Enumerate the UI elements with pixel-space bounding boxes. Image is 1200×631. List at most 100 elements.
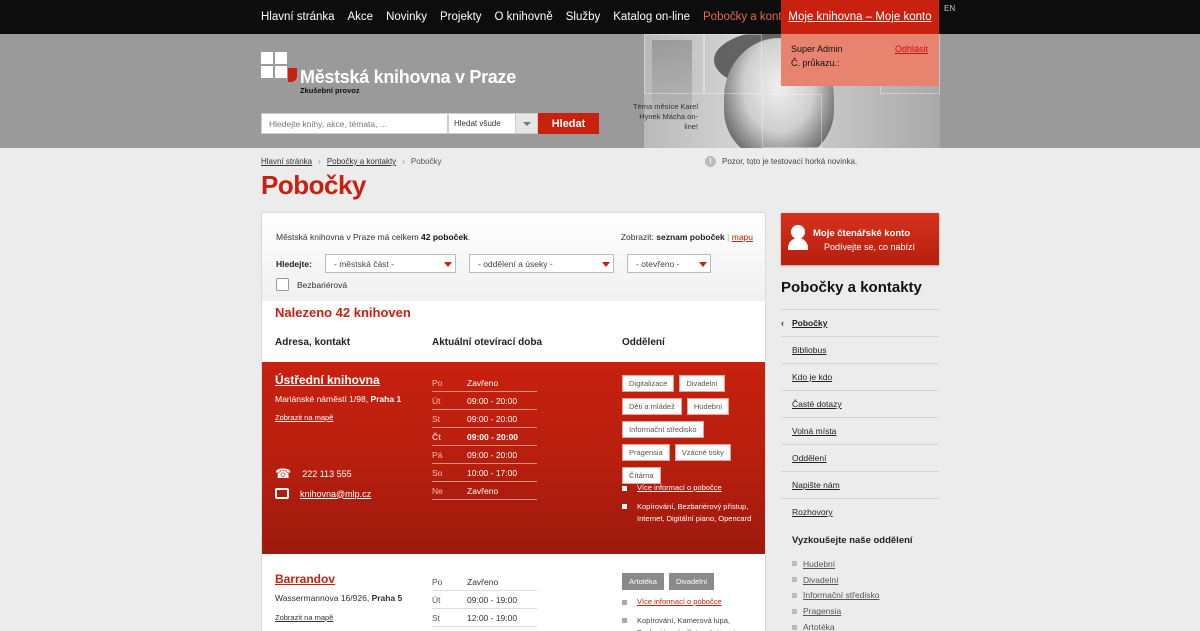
nav-item[interactable]: Akce (348, 11, 374, 23)
show-on-map-link[interactable]: Zobrazit na mapě (275, 413, 333, 422)
count-prefix: Městská knihovna v Praze má celkem (276, 232, 419, 242)
bullet-icon (792, 624, 797, 630)
more-info-item: Více informací o pobočce (622, 597, 722, 606)
search-scope-select[interactable]: Hledat všude (448, 113, 538, 134)
view-list-option[interactable]: seznam poboček (656, 232, 725, 242)
barrier-free-checkbox[interactable] (276, 278, 289, 291)
nav-item[interactable]: O knihovně (495, 11, 553, 23)
email-link[interactable]: knihovna@mlp.cz (300, 489, 371, 499)
my-library-link[interactable]: Moje knihovna – Moje konto (781, 0, 939, 34)
hours-time: 09:00 - 19:00 (467, 594, 518, 605)
library-name-link[interactable]: Barrandov (275, 572, 335, 586)
hours-row: St 12:00 - 19:00 (432, 609, 537, 627)
sidebar-item[interactable]: Oddělení (781, 444, 939, 471)
nav-item[interactable]: Hlavní stránka (261, 11, 335, 23)
address-district: Praha 5 (371, 593, 403, 603)
sidebar-item-label: Pobočky (792, 318, 828, 328)
opening-select[interactable]: - otevřeno - (627, 254, 711, 273)
department-tag[interactable]: Děti a mládež (622, 398, 682, 415)
breadcrumb: Hlavní stránka › Pobočky a kontakty › Po… (261, 157, 442, 166)
filter-label: Hledejte: (276, 259, 312, 269)
department-tag[interactable]: Čítárna (622, 467, 661, 484)
sidebar-item[interactable]: ‹ Pobočky (781, 309, 939, 336)
sidebar-item-label: Bibliobus (792, 345, 827, 355)
weekday: Út (432, 594, 441, 605)
language-switch[interactable]: EN (944, 4, 955, 13)
bullet-icon (622, 486, 627, 491)
nav-item[interactable]: Novinky (386, 11, 427, 23)
sidebar-item[interactable]: Časté dotazy (781, 390, 939, 417)
weekday: Čt (432, 431, 441, 442)
logo-square (261, 66, 273, 78)
hours-time: Zavřeno (467, 485, 499, 496)
phone-contact: ☎ 222 113 555 (275, 466, 352, 482)
hours-time: 09:00 - 20:00 (467, 431, 519, 442)
sidebar-item-label: Oddělení (792, 453, 827, 463)
sidebar-item[interactable]: Kdo je kdo (781, 363, 939, 390)
bullet-icon (622, 504, 627, 509)
department-tag[interactable]: Vzácné tisky (674, 444, 731, 461)
department-tag[interactable]: Divadelní (668, 573, 715, 590)
department-link[interactable]: Informační středisko (792, 588, 880, 604)
barrier-free-label: Bezbariérová (297, 280, 348, 290)
department-link[interactable]: Divadelní (792, 572, 880, 588)
search-input[interactable]: Hledejte knihy, akce, témata, ... (261, 113, 448, 134)
account-subtitle: Podívejte se, co nabízí (824, 242, 916, 252)
hero-tile (762, 94, 822, 148)
department-select[interactable]: - oddělení a úseky - (469, 254, 614, 273)
department-tag[interactable]: Divadelní (679, 375, 725, 392)
chevron-down-icon (441, 255, 455, 272)
view-map-link[interactable]: mapu (732, 232, 753, 242)
department-tag[interactable]: Informační středisko (622, 421, 704, 438)
more-info-link[interactable]: Více informací o pobočce (637, 483, 722, 492)
column-header-address: Adresa, kontakt (275, 337, 351, 348)
hours-time: Zavřeno (467, 576, 499, 587)
nav-item[interactable]: Projekty (440, 11, 482, 23)
department-tag[interactable]: Hudební (686, 398, 730, 415)
nav-item[interactable]: Služby (566, 11, 601, 23)
department-link[interactable]: Artotéka (792, 619, 880, 631)
breadcrumb-branches-contacts[interactable]: Pobočky a kontakty (327, 157, 396, 166)
department-link[interactable]: Hudební (792, 556, 880, 572)
department-tags: Artotéka Divadelní (622, 573, 752, 590)
department-tag[interactable]: Digitalizace (622, 375, 675, 392)
weekday: St (432, 413, 441, 424)
info-icon: ! (705, 156, 716, 167)
sidebar-item[interactable]: Rozhovory (781, 498, 939, 525)
bullet-icon (792, 577, 797, 583)
opening-select-value: - otevřeno - (636, 259, 680, 269)
services-text: Kopírování, Bezbariérový přístup, Intern… (637, 502, 752, 523)
user-icon (791, 225, 805, 239)
hours-row: Ne Zavřeno (432, 482, 537, 500)
view-separator: | (727, 232, 730, 242)
sidebar-menu: ‹ Pobočky Bibliobus Kdo je kdo Časté dotazy V… (781, 309, 939, 525)
reader-account-button[interactable]: Moje čtenářské konto Podívejte se, co na… (781, 213, 939, 265)
address-street: Mariánské náměstí 1/98, (275, 394, 369, 404)
more-info-item: Více informací o pobočce (622, 483, 722, 492)
department-link[interactable]: Pragensia (792, 603, 880, 619)
department-select-value: - oddělení a úseky - (478, 259, 553, 269)
email-icon (275, 488, 289, 499)
library-name-link[interactable]: Ústřední knihovna (275, 373, 380, 387)
hours-row: Pá 09:00 - 20:00 (432, 446, 537, 464)
department-tag[interactable]: Pragensia (622, 444, 670, 461)
account-title: Moje čtenářské konto (813, 228, 911, 239)
user-panel: Super Admin Č. průkazu.: Odhlásit (781, 34, 939, 86)
notice-text: Pozor, toto je testovací horká novinka. (722, 157, 858, 166)
department-tag[interactable]: Artotéka (622, 573, 664, 590)
logout-link[interactable]: Odhlásit (895, 44, 928, 54)
sidebar-item[interactable]: Napište nám (781, 471, 939, 498)
more-info-link[interactable]: Více informací o pobočce (637, 597, 722, 606)
search-button[interactable]: Hledat (538, 113, 599, 134)
sidebar-item[interactable]: Volná místa (781, 417, 939, 444)
sidebar-item[interactable]: Bibliobus (781, 336, 939, 363)
breadcrumb-separator: › (318, 157, 321, 166)
column-header-hours: Aktuální otevírací doba (432, 337, 543, 348)
count-value: 42 poboček (421, 232, 468, 242)
show-on-map-link[interactable]: Zobrazit na mapě (275, 613, 333, 622)
breadcrumb-home[interactable]: Hlavní stránka (261, 157, 312, 166)
chevron-down-icon (696, 255, 710, 272)
nav-item[interactable]: Katalog on-line (613, 11, 690, 23)
theme-of-month-text[interactable]: Téma měsíce Karel Hynek Mácha on-line! (626, 102, 698, 132)
district-select[interactable]: - městská část - (325, 254, 456, 273)
